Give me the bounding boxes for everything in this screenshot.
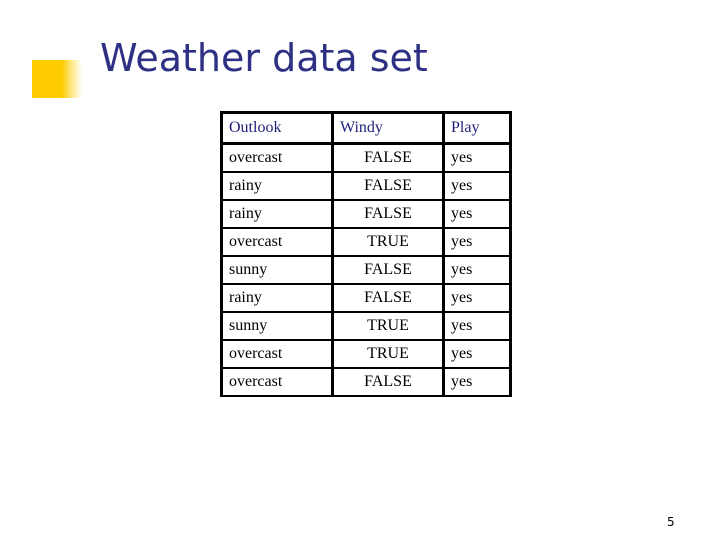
cell-windy: FALSE: [331, 367, 445, 397]
cell-outlook: sunny: [220, 255, 334, 285]
cell-play: yes: [442, 311, 512, 341]
cell-outlook: overcast: [220, 367, 334, 397]
cell-windy: FALSE: [331, 142, 445, 173]
cell-play: yes: [442, 227, 512, 257]
table-row: sunny TRUE yes: [220, 311, 512, 341]
table-row: rainy FALSE yes: [220, 283, 512, 313]
slide-title: Weather data set: [100, 36, 428, 80]
table-row: rainy FALSE yes: [220, 171, 512, 201]
title-bullet-icon: [32, 60, 82, 98]
header-windy: Windy: [331, 111, 445, 145]
cell-outlook: overcast: [220, 142, 334, 173]
page-number: 5: [667, 515, 675, 529]
table-row: overcast TRUE yes: [220, 227, 512, 257]
cell-outlook: overcast: [220, 227, 334, 257]
cell-play: yes: [442, 367, 512, 397]
table-row: overcast FALSE yes: [220, 367, 512, 397]
table-header-row: Outlook Windy Play: [220, 111, 512, 145]
cell-play: yes: [442, 339, 512, 369]
cell-play: yes: [442, 171, 512, 201]
cell-outlook: rainy: [220, 283, 334, 313]
cell-outlook: overcast: [220, 339, 334, 369]
cell-windy: TRUE: [331, 227, 445, 257]
header-outlook: Outlook: [220, 111, 334, 145]
cell-play: yes: [442, 199, 512, 229]
weather-data-table: Outlook Windy Play overcast FALSE yes ra…: [220, 111, 512, 397]
header-play: Play: [442, 111, 512, 145]
cell-outlook: sunny: [220, 311, 334, 341]
cell-play: yes: [442, 283, 512, 313]
table-row: overcast FALSE yes: [220, 142, 512, 173]
cell-windy: FALSE: [331, 199, 445, 229]
cell-windy: TRUE: [331, 339, 445, 369]
cell-outlook: rainy: [220, 199, 334, 229]
table-row: overcast TRUE yes: [220, 339, 512, 369]
cell-windy: FALSE: [331, 283, 445, 313]
cell-play: yes: [442, 142, 512, 173]
table-row: sunny FALSE yes: [220, 255, 512, 285]
cell-outlook: rainy: [220, 171, 334, 201]
table-row: rainy FALSE yes: [220, 199, 512, 229]
cell-play: yes: [442, 255, 512, 285]
cell-windy: TRUE: [331, 311, 445, 341]
cell-windy: FALSE: [331, 171, 445, 201]
cell-windy: FALSE: [331, 255, 445, 285]
